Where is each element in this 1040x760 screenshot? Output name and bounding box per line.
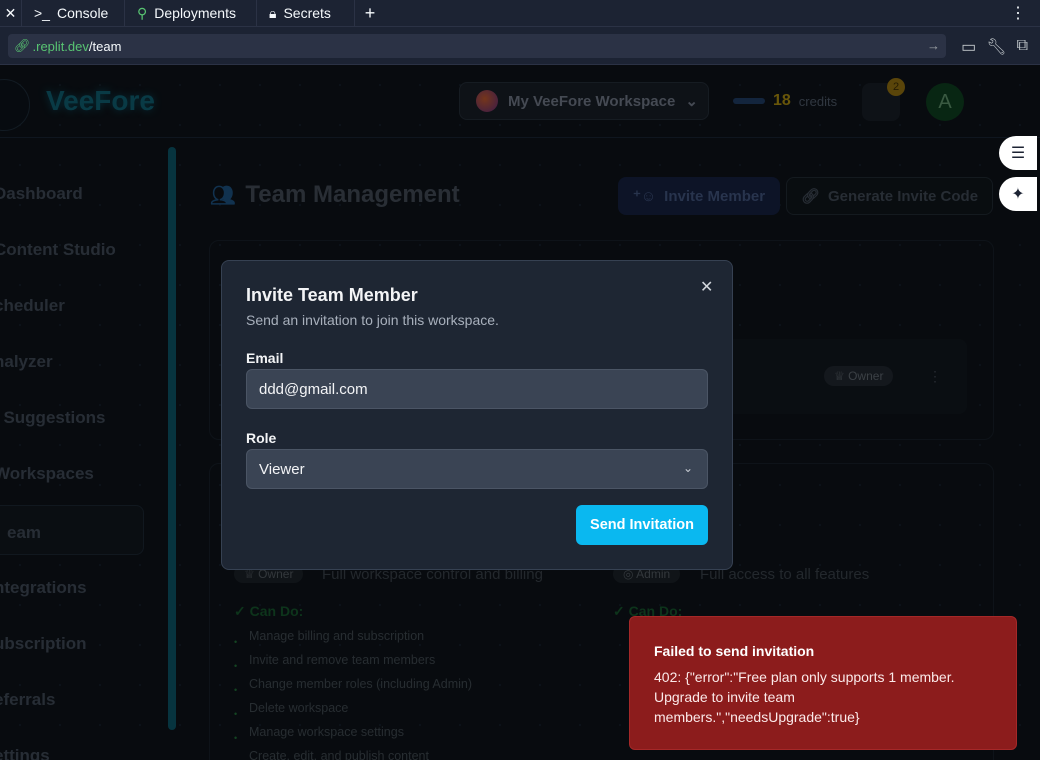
toast-message: 402: {"error":"Free plan only supports 1… xyxy=(654,669,955,725)
url-bar-row: 🔗︎ .replit.dev /team → ▭ 🔧︎ ⧉ xyxy=(0,27,1040,65)
tab-console-label: Console xyxy=(56,5,109,21)
wrench-icon[interactable]: 🔧︎ xyxy=(986,37,1006,57)
sparkle-icon: ✦ xyxy=(1011,186,1025,203)
role-label: Role xyxy=(246,430,277,446)
send-invitation-button[interactable]: Send Invitation xyxy=(576,505,708,545)
close-icon[interactable]: ✕ xyxy=(700,277,713,297)
role-select[interactable]: Viewer ⌄ xyxy=(246,449,708,489)
dialog-title: Invite Team Member xyxy=(246,285,418,305)
error-toast[interactable]: Failed to send invitation 402: {"error":… xyxy=(629,616,1017,750)
lock-icon: 🔒︎ xyxy=(269,4,277,21)
deploy-icon: ⚲ xyxy=(137,4,148,21)
more-options-icon[interactable]: ⋮ xyxy=(1010,3,1026,23)
url-path: /team xyxy=(88,38,122,54)
chevron-down-icon: ⌄ xyxy=(682,461,693,475)
quote-list-icon: ☰ xyxy=(1010,145,1026,162)
arrow-right-icon[interactable]: → xyxy=(927,38,940,53)
assistant-chat-button[interactable]: ☰ xyxy=(999,136,1037,170)
dialog-subtitle: Send an invitation to join this workspac… xyxy=(246,312,499,328)
close-tab-icon[interactable]: ✕ xyxy=(0,0,22,27)
tab-console[interactable]: >_ Console xyxy=(22,0,125,27)
url-domain: .replit.dev xyxy=(32,38,89,54)
invite-member-dialog: Invite Team Member Send an invitation to… xyxy=(221,260,733,570)
tab-secrets[interactable]: 🔒︎ Secrets xyxy=(257,0,355,27)
terminal-icon: >_ xyxy=(34,5,50,21)
url-input[interactable]: 🔗︎ .replit.dev /team → xyxy=(8,34,946,58)
tab-deployments[interactable]: ⚲ Deployments xyxy=(125,0,257,27)
browser-tab-strip: ✕ >_ Console ⚲ Deployments 🔒︎ Secrets + … xyxy=(0,0,1040,27)
new-tab-button[interactable]: + xyxy=(355,0,385,27)
tab-deployments-label: Deployments xyxy=(154,5,236,21)
link-icon: 🔗︎ xyxy=(14,38,31,53)
ai-sparkle-button[interactable]: ✦ xyxy=(999,177,1037,211)
external-link-icon[interactable]: ⧉ xyxy=(1017,37,1028,57)
monitor-icon[interactable]: ▭ xyxy=(961,37,976,57)
url-toolbar: ▭ 🔧︎ ⧉ xyxy=(961,37,1028,57)
email-label: Email xyxy=(246,350,284,366)
email-field[interactable] xyxy=(246,369,708,409)
toast-title: Failed to send invitation xyxy=(654,643,815,659)
role-select-value: Viewer xyxy=(259,460,305,478)
tab-secrets-label: Secrets xyxy=(283,5,331,21)
